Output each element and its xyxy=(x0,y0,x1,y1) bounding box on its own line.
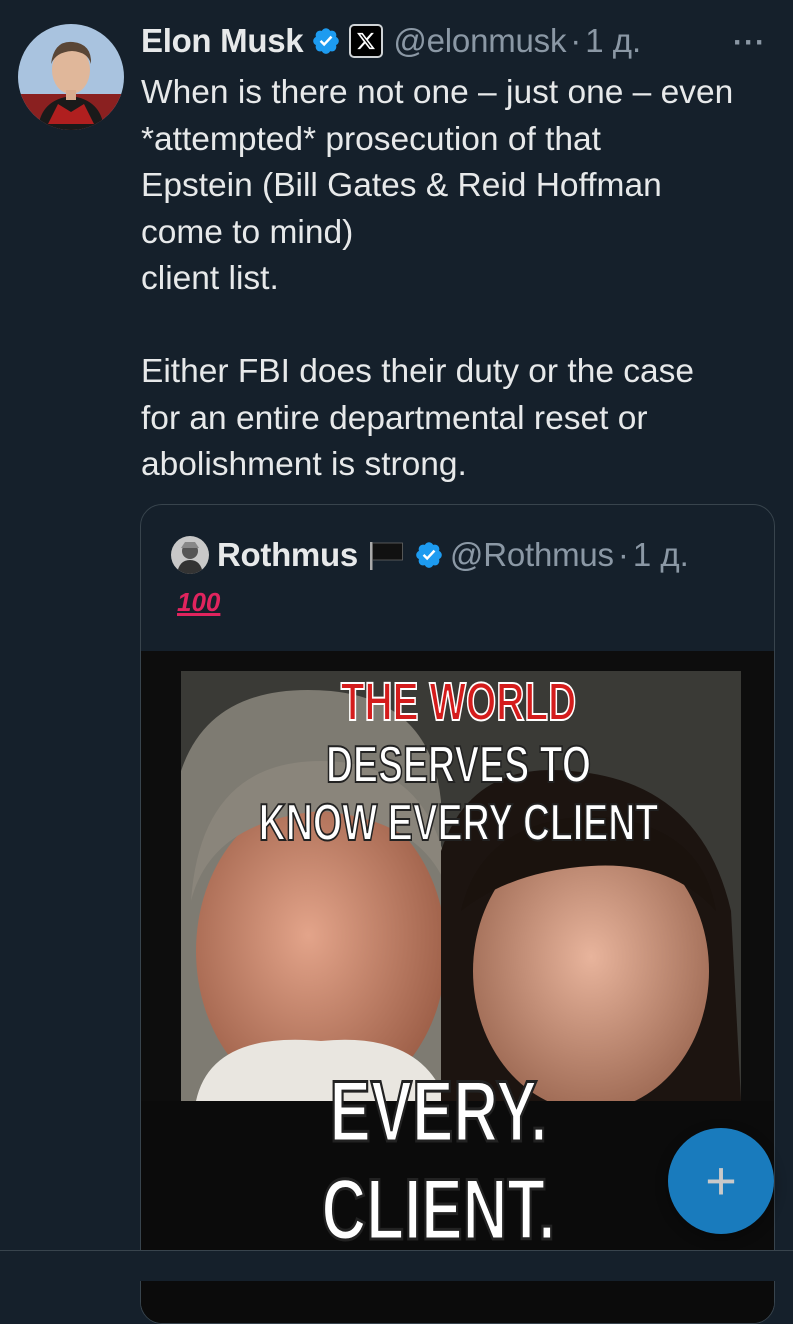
tweet[interactable]: Elon Musk @elonmusk · 1 д. ··· When is t… xyxy=(0,0,793,1324)
tweet-text: When is there not one – just one – even … xyxy=(141,70,781,489)
quoted-author-handle[interactable]: @Rothmus xyxy=(450,536,614,574)
meme-caption-line: CLIENT. xyxy=(320,1161,556,1260)
bottom-navigation-bar xyxy=(0,1250,793,1281)
black-flag-icon xyxy=(366,540,406,570)
text-line: come to mind) xyxy=(141,213,354,251)
meme-caption-line: EVERY. xyxy=(328,1063,548,1162)
author-name[interactable]: Elon Musk xyxy=(141,22,304,60)
quoted-author-avatar[interactable] xyxy=(171,536,209,574)
meme-caption-line: DESERVES TO xyxy=(325,735,591,795)
tweet-timestamp[interactable]: 1 д. xyxy=(585,22,641,60)
author-avatar[interactable] xyxy=(18,24,124,130)
text-line: for an entire departmental reset or xyxy=(141,399,648,437)
hundred-points-icon: 100 xyxy=(177,587,221,617)
x-logo-icon[interactable] xyxy=(349,24,384,58)
quoted-author-name[interactable]: Rothmus xyxy=(217,536,358,574)
quoted-timestamp[interactable]: 1 д. xyxy=(633,536,689,574)
compose-button[interactable]: + xyxy=(668,1128,774,1234)
quoted-tweet-header: Rothmus @Rothmus · 1 д. xyxy=(171,535,689,575)
meme-caption-line: THE WORLD xyxy=(340,671,577,733)
paragraph-break xyxy=(141,303,781,350)
meme-caption-line: KNOW EVERY CLIENT xyxy=(258,793,659,853)
separator: · xyxy=(617,536,629,573)
quoted-image[interactable]: THE WORLD DESERVES TO KNOW EVERY CLIENT … xyxy=(141,651,774,1323)
verified-badge-icon[interactable] xyxy=(311,26,341,56)
tweet-header: Elon Musk @elonmusk · 1 д. xyxy=(141,18,641,64)
text-line: client list. xyxy=(141,260,279,297)
text-line: Either FBI does their duty or the case xyxy=(141,353,695,390)
text-line: abolishment is strong. xyxy=(141,446,467,483)
text-line: When is there not one – just one – even xyxy=(141,74,734,111)
verified-badge-icon[interactable] xyxy=(414,540,444,570)
separator: · xyxy=(570,22,582,59)
more-options-icon[interactable]: ··· xyxy=(733,26,766,60)
text-line: Epstein (Bill Gates & Reid Hoffman xyxy=(141,167,662,204)
text-line: *attempted* prosecution of that xyxy=(141,120,601,158)
author-handle[interactable]: @elonmusk xyxy=(393,22,566,60)
